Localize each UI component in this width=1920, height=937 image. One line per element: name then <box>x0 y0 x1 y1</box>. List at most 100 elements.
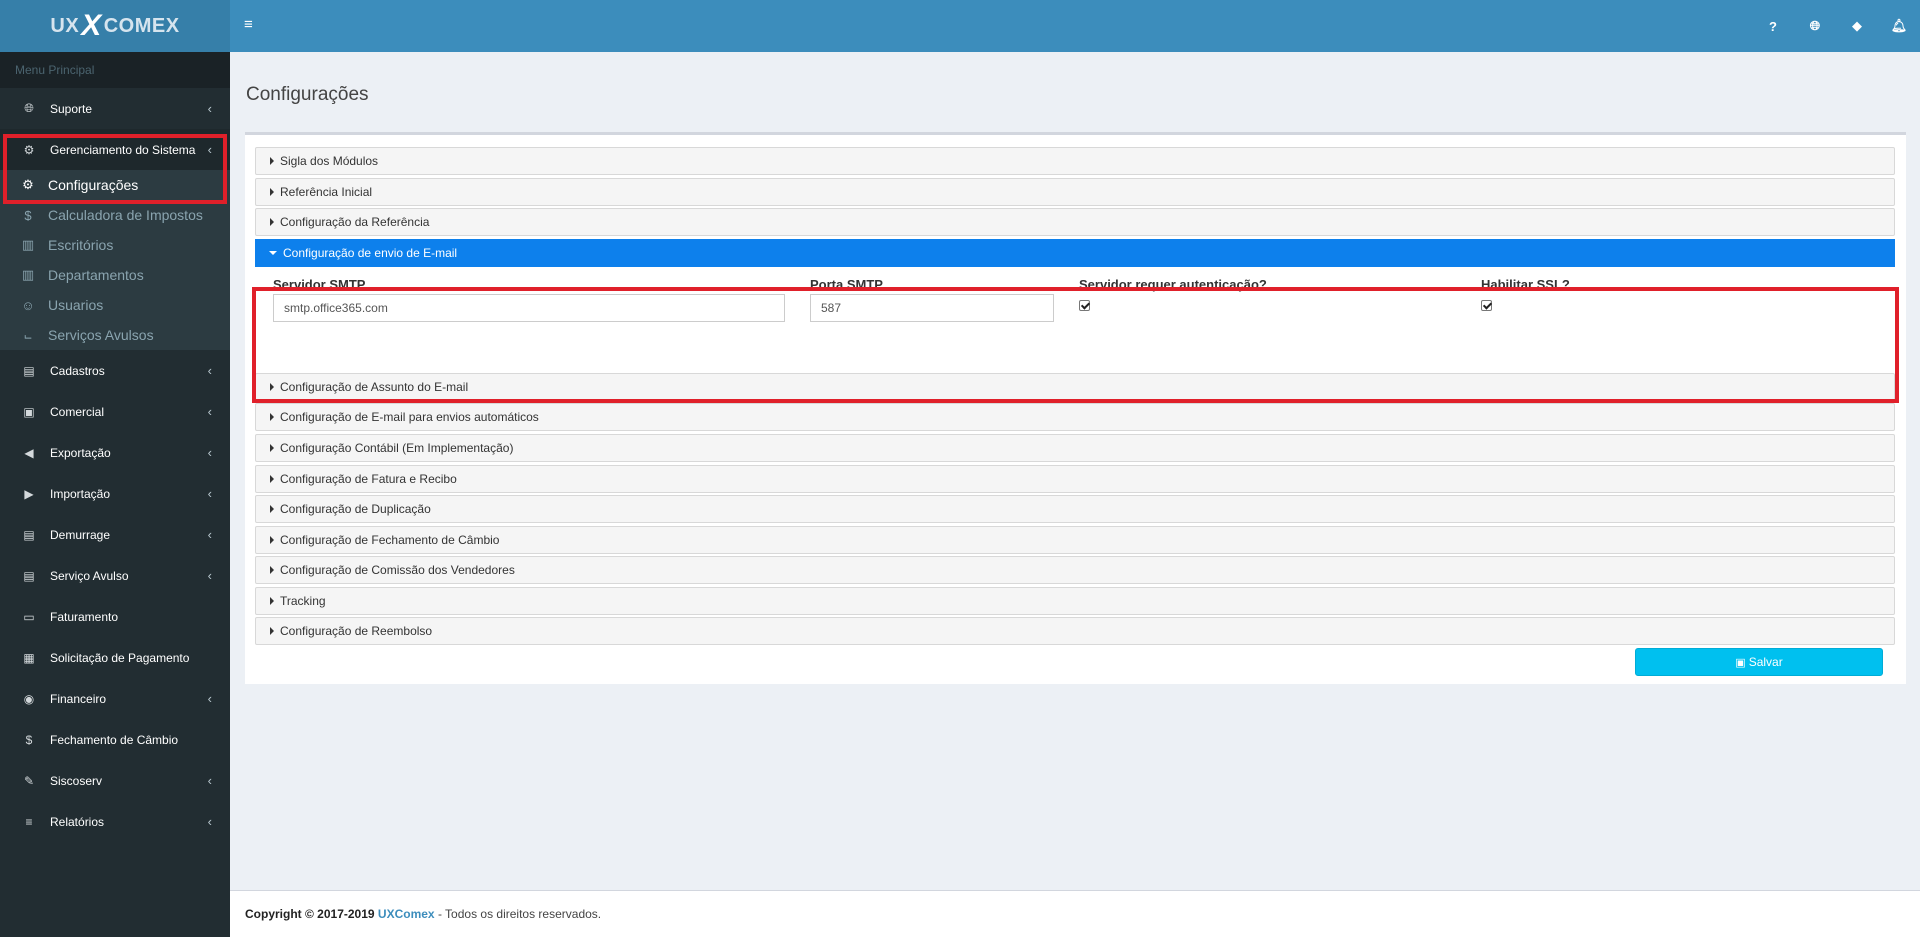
panel-fechamento-cambio[interactable]: Configuração de Fechamento de Câmbio <box>255 526 1895 554</box>
sidebar-item-suporte[interactable]: 🌐︎ Suporte ‹ <box>0 88 230 129</box>
panel-duplicacao[interactable]: Configuração de Duplicação <box>255 495 1895 523</box>
top-navbar: ≡ ? 🌐︎ ◆ 🔔︎ <box>230 0 1920 52</box>
panel-title: Configuração de Duplicação <box>280 502 431 516</box>
building-icon: ▥ <box>21 267 35 282</box>
panel-sigla-modulos[interactable]: Sigla dos Módulos <box>255 147 1895 175</box>
panel-email-envios-automaticos[interactable]: Configuração de E-mail para envios autom… <box>255 403 1895 431</box>
copyright-text: Copyright © 2017-2019 <box>245 907 375 921</box>
caret-right-icon <box>270 157 274 165</box>
content-wrapper: Configurações Sigla dos Módulos Referênc… <box>230 52 1920 890</box>
panel-configuracao-contabil[interactable]: Configuração Contábil (Em Implementação) <box>255 434 1895 462</box>
panel-configuracao-email-body: Servidor SMTP smtp.office365.com Porta S… <box>255 267 1895 355</box>
sidebar-subitem-label: Escritórios <box>48 237 114 253</box>
auth-required-label: Servidor requer autenticação? <box>1079 277 1267 292</box>
briefcase-icon: ▣ <box>23 404 35 419</box>
logo[interactable]: UX X COMEX <box>0 0 230 52</box>
panel-configuracao-email-header[interactable]: Configuração de envio de E-mail <box>255 239 1895 267</box>
sidebar-item-financeiro[interactable]: ◉ Financeiro ‹ <box>0 678 230 719</box>
dollar-icon: $ <box>25 732 33 747</box>
caret-right-icon <box>270 566 274 574</box>
panel-tracking[interactable]: Tracking <box>255 587 1895 615</box>
sidebar-subitem-label: Departamentos <box>48 267 144 283</box>
ssl-checkbox[interactable] <box>1481 300 1492 311</box>
settings-box: Sigla dos Módulos Referência Inicial Con… <box>245 132 1906 684</box>
page-title: Configurações <box>246 84 369 105</box>
smtp-port-label: Porta SMTP <box>810 277 883 292</box>
arrow-circle-left-icon: ◀ <box>24 445 34 460</box>
panel-configuracao-referencia[interactable]: Configuração da Referência <box>255 208 1895 236</box>
chevron-left-icon: ‹ <box>207 486 212 501</box>
sidebar: UX X COMEX Menu Principal 🌐︎ Suporte ‹ ⚙… <box>0 0 230 937</box>
sidebar-item-label: Gerenciamento do Sistema <box>50 142 196 157</box>
submenu-gerenciamento: ⚙︎ Configurações $ Calculadora de Impost… <box>0 170 230 350</box>
globe-icon[interactable]: 🌐︎ <box>1794 18 1836 34</box>
dollar-icon: $ <box>24 207 32 223</box>
panel-comissao-vendedores[interactable]: Configuração de Comissão dos Vendedores <box>255 556 1895 584</box>
sidebar-item-demurrage[interactable]: ▤ Demurrage ‹ <box>0 514 230 555</box>
sidebar-item-label: Demurrage <box>50 527 111 542</box>
panel-reembolso[interactable]: Configuração de Reembolso <box>255 617 1895 645</box>
smtp-port-input[interactable]: 587 <box>810 294 1054 322</box>
sidebar-item-relatorios[interactable]: ≡ Relatórios ‹ <box>0 801 230 842</box>
smtp-server-input[interactable]: smtp.office365.com <box>273 294 785 322</box>
sidebar-item-exportacao[interactable]: ◀ Exportação ‹ <box>0 432 230 473</box>
caret-right-icon <box>270 218 274 226</box>
page-footer: Copyright © 2017-2019 UXComex - Todos os… <box>230 890 1920 937</box>
sidebar-item-cadastros[interactable]: ▤ Cadastros ‹ <box>0 350 230 391</box>
cart-icon: ⨽ <box>24 327 32 342</box>
sidebar-subitem-servicos-avulsos[interactable]: ⨽ Serviços Avulsos <box>0 320 230 350</box>
sidebar-subitem-configuracoes[interactable]: ⚙︎ Configurações <box>0 170 230 200</box>
logo-ux-text: UX <box>50 14 80 37</box>
sidebar-item-servico-avulso[interactable]: ▤ Serviço Avulso ‹ <box>0 555 230 596</box>
calculator-icon: ▦ <box>23 650 35 665</box>
sidebar-item-label: Suporte <box>50 101 93 116</box>
save-button[interactable]: ▣ Salvar <box>1635 648 1883 676</box>
brand-link[interactable]: UXComex <box>378 907 435 921</box>
caret-right-icon <box>270 627 274 635</box>
panel-title: Configuração de Fechamento de Câmbio <box>280 533 500 547</box>
logo-comex-text: COMEX <box>103 14 180 37</box>
sidebar-item-importacao[interactable]: ▶ Importação ‹ <box>0 473 230 514</box>
sidebar-item-siscoserv[interactable]: ✎ Siscoserv ‹ <box>0 760 230 801</box>
panel-fatura-recibo[interactable]: Configuração de Fatura e Recibo <box>255 465 1895 493</box>
sidebar-item-fechamento-cambio[interactable]: $ Fechamento de Câmbio <box>0 719 230 760</box>
sidebar-item-comercial[interactable]: ▣ Comercial ‹ <box>0 391 230 432</box>
money-icon: ◉ <box>23 691 35 706</box>
sidebar-subitem-escritorios[interactable]: ▥ Escritórios <box>0 230 230 260</box>
sidebar-subitem-departamentos[interactable]: ▥ Departamentos <box>0 260 230 290</box>
caret-right-icon <box>270 444 274 452</box>
sidebar-item-solicitacao-pagamento[interactable]: ▦ Solicitação de Pagamento <box>0 637 230 678</box>
sidebar-item-faturamento[interactable]: ▭ Faturamento <box>0 596 230 637</box>
panel-title: Configuração de Reembolso <box>280 624 433 638</box>
sidebar-item-label: Financeiro <box>50 691 107 706</box>
sidebar-item-label: Solicitação de Pagamento <box>50 650 190 665</box>
bell-icon[interactable]: 🔔︎ <box>1878 18 1920 34</box>
sidebar-item-label: Importação <box>50 486 111 501</box>
panel-assunto-email[interactable]: Configuração de Assunto do E-mail <box>255 373 1895 401</box>
credit-card-icon: ▭ <box>23 609 35 624</box>
sidebar-subitem-label: Calculadora de Impostos <box>48 207 203 223</box>
edit-icon: ✎ <box>23 773 35 788</box>
panel-title: Configuração Contábil (Em Implementação) <box>280 441 514 455</box>
panel-referencia-inicial[interactable]: Referência Inicial <box>255 178 1895 206</box>
question-icon[interactable]: ? <box>1752 19 1794 34</box>
sidebar-subitem-calculadora[interactable]: $ Calculadora de Impostos <box>0 200 230 230</box>
ticket-icon[interactable]: ◆ <box>1836 18 1878 34</box>
panel-title: Configuração de envio de E-mail <box>283 246 458 260</box>
sidebar-subitem-usuarios[interactable]: ☺ Usuarios <box>0 290 230 320</box>
cogs-icon: ⚙︎ <box>23 142 35 157</box>
caret-right-icon <box>270 597 274 605</box>
sidebar-subitem-label: Usuarios <box>48 297 104 313</box>
caret-right-icon <box>270 505 274 513</box>
sidebar-subitem-label: Serviços Avulsos <box>48 327 154 343</box>
auth-required-checkbox[interactable] <box>1079 300 1090 311</box>
sidebar-item-gerenciamento[interactable]: ⚙︎ Gerenciamento do Sistema ‹ <box>0 129 230 170</box>
hamburger-menu-icon[interactable]: ≡ <box>244 16 253 33</box>
panel-title: Configuração de Comissão dos Vendedores <box>280 563 515 577</box>
save-button-label: Salvar <box>1748 655 1783 669</box>
chevron-left-icon: ‹ <box>207 142 212 157</box>
chevron-left-icon: ‹ <box>207 363 212 378</box>
book-icon: ▤ <box>23 363 35 378</box>
sidebar-item-label: Exportação <box>50 445 111 460</box>
panel-title: Configuração de Fatura e Recibo <box>280 472 457 486</box>
